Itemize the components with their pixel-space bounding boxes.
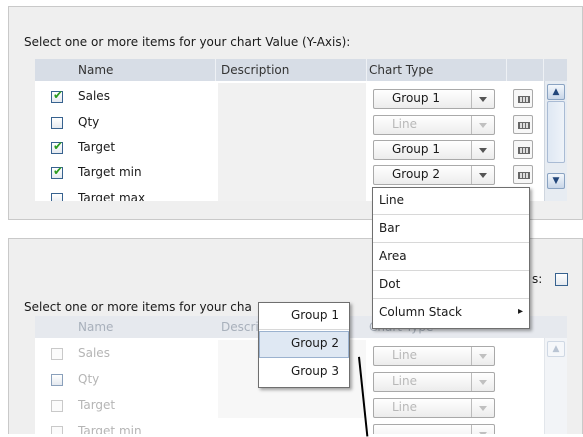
column-header-name[interactable]: Name <box>78 63 113 77</box>
menu-item-column-stack[interactable]: Column Stack ▸ <box>373 300 529 327</box>
chart-type-dropdown: Line <box>373 398 495 418</box>
column-header-description[interactable]: Descri <box>221 320 259 334</box>
value-items-grid: ✔ Sales Group 1 Qty Line ✔ Target Group … <box>35 81 567 201</box>
chart-type-dropdown[interactable]: Group 2 <box>373 165 495 185</box>
value-axis-heading: Select one or more items for your chart … <box>24 35 351 49</box>
chevron-down-icon[interactable] <box>471 166 494 184</box>
chevron-down-icon[interactable] <box>471 141 494 159</box>
vertical-scrollbar[interactable]: ▲ ▼ <box>544 81 567 201</box>
chart-type-dropdown[interactable]: Group 1 <box>373 140 495 160</box>
menu-item-dot[interactable]: Dot <box>373 272 529 299</box>
row-description <box>218 185 366 201</box>
grid-header: Name Description Chart Type <box>35 59 567 81</box>
row-description <box>218 83 366 109</box>
vertical-scrollbar: ▲ <box>544 338 567 434</box>
chevron-down-icon[interactable] <box>471 116 494 134</box>
scroll-down-button[interactable]: ▼ <box>547 173 565 189</box>
column-header-name[interactable]: Name <box>78 320 113 334</box>
row-description <box>218 109 366 135</box>
row-checkbox <box>51 374 63 386</box>
chevron-down-icon[interactable] <box>471 90 494 108</box>
row-checkbox[interactable]: ✔ <box>51 164 64 179</box>
scroll-up-button[interactable]: ▲ <box>547 84 565 100</box>
menu-item-group-3[interactable]: Group 3 <box>259 359 349 386</box>
check-icon: ✔ <box>53 88 64 102</box>
row-name: Target <box>78 398 116 412</box>
partial-option-label: s: <box>532 272 543 286</box>
grid-options-button[interactable] <box>513 115 533 134</box>
row-checkbox[interactable]: ✔ <box>51 139 64 154</box>
chevron-down-icon <box>471 347 494 365</box>
chevron-down-icon <box>471 425 494 434</box>
row-checkbox <box>51 348 63 360</box>
second-panel-heading: Select one or more items for your cha <box>24 300 252 314</box>
option-checkbox[interactable] <box>555 273 568 286</box>
grid-options-button[interactable] <box>513 140 533 159</box>
row-description <box>218 159 366 185</box>
chevron-down-icon <box>471 399 494 417</box>
check-icon: ✔ <box>53 164 64 178</box>
row-checkbox <box>51 400 63 412</box>
scroll-thumb[interactable] <box>547 101 565 163</box>
scroll-up-button: ▲ <box>547 341 565 357</box>
chart-type-dropdown[interactable]: Group 1 <box>373 89 495 109</box>
menu-item-area[interactable]: Area <box>373 244 529 271</box>
row-name: Qty <box>78 372 100 386</box>
chart-type-dropdown[interactable]: Line <box>373 115 495 135</box>
menu-item-group-2[interactable]: Group 2 <box>259 331 349 358</box>
table-row: Target Line <box>35 392 567 422</box>
menu-item-line[interactable]: Line <box>373 188 529 215</box>
row-name: Target min <box>78 424 142 434</box>
chart-type-dropdown: Line <box>373 372 495 392</box>
grid-options-button[interactable] <box>513 89 533 108</box>
menu-item-bar[interactable]: Bar <box>373 216 529 243</box>
group-submenu: Group 1 Group 2 Group 3 <box>258 302 350 388</box>
row-checkbox[interactable] <box>51 117 63 129</box>
row-name: Qty <box>78 115 100 129</box>
menu-item-group-1[interactable]: Group 1 <box>259 303 349 330</box>
row-name: Sales <box>78 346 110 360</box>
row-checkbox <box>51 426 63 434</box>
check-icon: ✔ <box>53 139 64 153</box>
row-checkbox[interactable] <box>51 193 63 201</box>
row-checkbox[interactable]: ✔ <box>51 88 64 103</box>
chart-type-menu: Line Bar Area Dot Column Stack ▸ <box>372 187 530 329</box>
submenu-arrow-icon: ▸ <box>517 306 523 317</box>
row-name: Sales <box>78 89 110 103</box>
table-row: Target min <box>35 422 567 434</box>
row-name: Target max <box>78 191 146 201</box>
column-header-description[interactable]: Description <box>221 63 289 77</box>
grid-options-button[interactable] <box>513 165 533 184</box>
row-description <box>218 134 366 160</box>
row-name: Target <box>78 140 116 154</box>
column-header-chart-type[interactable]: Chart Type <box>369 63 433 77</box>
chart-type-dropdown <box>373 424 495 434</box>
row-name: Target min <box>78 165 142 179</box>
chart-type-dropdown: Line <box>373 346 495 366</box>
chevron-down-icon <box>471 373 494 391</box>
